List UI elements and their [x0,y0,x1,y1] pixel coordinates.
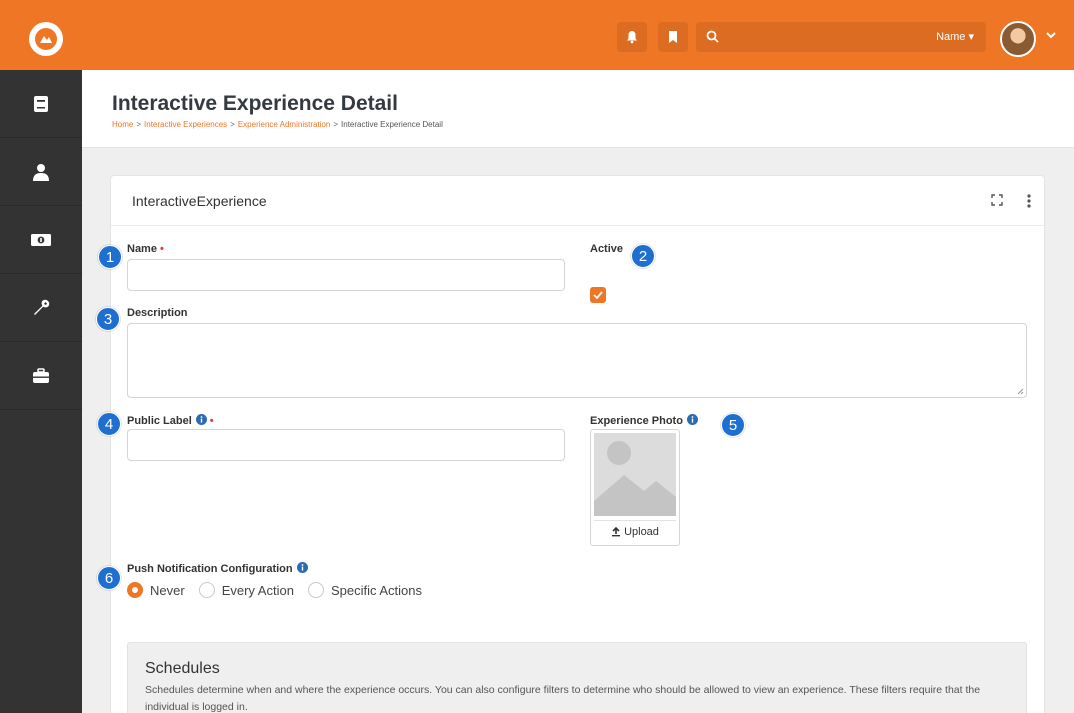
upload-button[interactable]: Upload [594,520,676,542]
name-label: Name • [127,243,164,255]
wrench-icon [34,299,50,315]
sidebar [0,70,82,713]
callout-badge: 6 [97,566,121,590]
search-bar[interactable]: Name ▾ [696,22,986,52]
sidebar-item-people[interactable] [0,138,82,206]
push-notification-label: Push Notification Configuration [127,562,308,575]
search-filter-dropdown[interactable]: Name ▾ [936,30,974,43]
public-label-input[interactable] [127,429,565,461]
breadcrumb-experience-administration[interactable]: Experience Administration [238,120,331,129]
upload-label: Upload [624,525,659,538]
info-icon[interactable] [686,414,698,425]
sidebar-item-book[interactable] [0,70,82,138]
active-label: Active [590,243,624,255]
breadcrumb: Home > Interactive Experiences > Experience … [112,120,443,129]
schedules-title: Schedules [145,660,220,677]
breadcrumb-current: Interactive Experience Detail [341,120,443,129]
public-label-label: Public Label • [127,414,214,427]
search-icon [706,30,719,43]
checkmark-icon [593,291,603,299]
required-indicator: • [159,243,164,255]
required-indicator: • [209,415,214,427]
radio-button[interactable] [198,582,215,598]
breadcrumb-home[interactable]: Home [112,120,133,129]
more-options-icon[interactable] [1027,194,1031,208]
rock-logo-icon[interactable] [29,22,63,56]
top-bar: Name ▾ [0,0,1074,70]
panel-title: InteractiveExperience [132,193,267,209]
notifications-bell-icon[interactable] [617,22,647,52]
radio-label: Every Action [221,582,294,598]
radio-button-selected[interactable] [127,582,143,598]
callout-badge: 1 [98,245,122,269]
sidebar-item-briefcase[interactable] [0,342,82,410]
briefcase-icon [33,367,49,383]
page-header: Interactive Experience Detail Home > Inter… [82,70,1074,148]
radio-never[interactable]: Never [127,582,185,598]
callout-badge: 4 [97,412,121,436]
bookmark-icon[interactable] [658,22,688,52]
callout-badge: 3 [96,307,120,331]
schedules-description: Schedules determine when and where the e… [145,684,981,713]
experience-photo-uploader[interactable]: Upload [590,429,680,546]
info-icon[interactable] [296,562,308,573]
info-icon[interactable] [195,414,207,425]
user-avatar[interactable] [1000,21,1036,57]
radio-label: Never [150,582,185,598]
sidebar-item-finance[interactable] [0,206,82,274]
radio-every-action[interactable]: Every Action [198,582,294,598]
chevron-down-icon[interactable] [1045,30,1057,40]
sidebar-item-admin-tools[interactable] [0,274,82,342]
push-notification-radio-group: Never Every Action Specific Actions [127,582,436,598]
radio-label: Specific Actions [330,582,422,598]
person-icon [33,163,49,181]
resize-handle-icon[interactable] [1016,387,1024,395]
book-icon [34,95,48,112]
breadcrumb-interactive-experiences[interactable]: Interactive Experiences [144,120,227,129]
schedules-section: Schedules Schedules determine when and w… [127,642,1027,713]
upload-icon [612,526,621,536]
image-placeholder-icon [594,433,676,516]
description-label: Description [127,307,188,319]
money-icon [31,233,51,246]
active-checkbox[interactable] [590,287,606,303]
callout-badge: 2 [631,244,655,268]
radio-specific-actions[interactable]: Specific Actions [307,582,422,598]
experience-photo-label: Experience Photo [590,414,698,427]
fullscreen-icon[interactable] [991,194,1003,206]
description-textarea[interactable] [127,323,1027,398]
page-title: Interactive Experience Detail [112,92,398,115]
panel-heading: InteractiveExperience [111,176,1044,226]
radio-button[interactable] [307,582,324,598]
callout-badge: 5 [721,413,745,437]
name-input[interactable] [127,259,565,291]
